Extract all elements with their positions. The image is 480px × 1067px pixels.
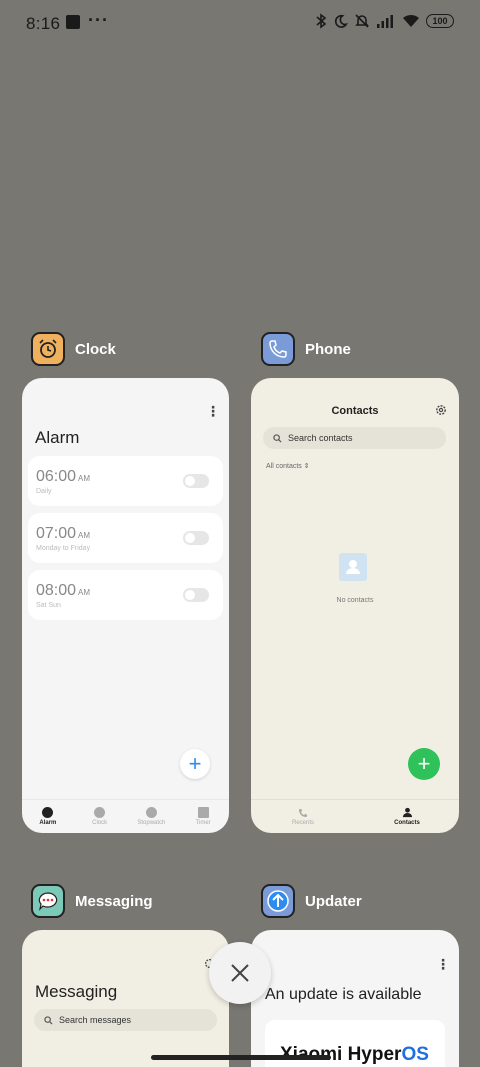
search-icon (44, 1015, 53, 1025)
tab-stopwatch[interactable]: Stopwatch (126, 800, 178, 833)
add-contact-button[interactable]: + (408, 748, 440, 780)
contacts-filter[interactable]: All contacts ⇕ (266, 462, 310, 470)
alarm-ampm: AM (78, 531, 91, 540)
app-name-messaging: Messaging (75, 892, 153, 910)
notification-icon (66, 15, 80, 29)
alarm-repeat: Sat Sun (36, 602, 61, 609)
alarm-toggle[interactable] (183, 531, 209, 545)
app-header-updater[interactable]: Updater (261, 884, 362, 918)
home-indicator[interactable] (151, 1055, 331, 1060)
messaging-app-icon[interactable] (31, 884, 65, 918)
clock-app-preview[interactable]: ⋮ Alarm 06:00 AM Daily 07:00 AM Monday to … (22, 378, 229, 833)
search-icon (273, 433, 282, 443)
person-icon (402, 807, 412, 818)
app-header-clock[interactable]: Clock (31, 332, 116, 366)
hourglass-icon (197, 807, 209, 818)
search-contacts-input[interactable]: Search contacts (263, 427, 446, 449)
tab-clock[interactable]: Clock (74, 800, 126, 833)
bluetooth-icon (316, 13, 327, 29)
messaging-app-preview[interactable]: Messaging Search messages (22, 930, 229, 1067)
app-name-clock: Clock (75, 340, 116, 358)
alarm-time: 06:00 (36, 468, 77, 485)
alarm-repeat: Daily (36, 488, 52, 495)
status-icons: 100 (315, 13, 454, 29)
status-bar: 8:16 ··· 100 (0, 0, 480, 48)
alarm-ampm: AM (78, 474, 91, 483)
tab-timer[interactable]: Timer (177, 800, 229, 833)
alarm-time: 07:00 (36, 525, 77, 542)
app-name-updater: Updater (305, 892, 362, 910)
update-title: An update is available (265, 986, 422, 1003)
gear-icon[interactable] (435, 404, 447, 416)
battery-icon: 100 (426, 14, 454, 28)
close-icon (231, 964, 249, 982)
clear-all-button[interactable] (209, 942, 271, 1004)
alarm-toggle[interactable] (183, 588, 209, 602)
tab-contacts[interactable]: Contacts (355, 800, 459, 833)
clock-tab-bar: Alarm Clock Stopwatch Timer (22, 799, 229, 833)
updater-app-icon[interactable] (261, 884, 295, 918)
wifi-icon (403, 14, 419, 27)
alarm-ampm: AM (78, 588, 91, 597)
bell-off-icon (355, 14, 369, 28)
contact-placeholder-icon (339, 553, 367, 581)
contacts-title: Contacts (331, 405, 379, 417)
chevron-updown-icon: ⇕ (303, 463, 310, 470)
alarm-item[interactable]: 06:00 AM Daily (28, 456, 223, 506)
empty-state-text: No contacts (336, 597, 374, 604)
clock-icon (94, 807, 106, 818)
messaging-title: Messaging (35, 982, 118, 1001)
moon-icon (334, 14, 348, 28)
search-messages-placeholder: Search messages (59, 1015, 132, 1025)
app-header-messaging[interactable]: Messaging (31, 884, 153, 918)
alarm-title: Alarm (35, 428, 80, 447)
phone-app-preview[interactable]: Contacts Search contacts All contacts ⇕ … (251, 378, 459, 833)
updater-app-preview[interactable]: ⋮ An update is available Xiaomi HyperOS (251, 930, 459, 1067)
alarm-toggle[interactable] (183, 474, 209, 488)
search-contacts-placeholder: Search contacts (288, 433, 353, 443)
phone-tab-bar: Recents Contacts (251, 799, 459, 833)
tab-alarm[interactable]: Alarm (22, 800, 74, 833)
more-options-icon[interactable]: ⋮ (436, 956, 450, 973)
clock-app-icon[interactable] (31, 332, 65, 366)
phone-app-icon[interactable] (261, 332, 295, 366)
add-alarm-button[interactable]: + (180, 749, 210, 779)
alarm-time: 08:00 (36, 582, 77, 599)
phone-icon (299, 808, 307, 817)
tab-recents[interactable]: Recents (251, 800, 355, 833)
app-header-phone[interactable]: Phone (261, 332, 351, 366)
search-messages-input[interactable]: Search messages (34, 1009, 217, 1031)
signal-icon (377, 15, 393, 28)
stopwatch-icon (145, 807, 157, 818)
more-notifications-icon: ··· (88, 10, 109, 30)
app-name-phone: Phone (305, 340, 351, 358)
alarm-item[interactable]: 08:00 AM Sat Sun (28, 570, 223, 620)
more-options-icon[interactable]: ⋮ (206, 403, 220, 420)
alarm-clock-icon (42, 807, 54, 818)
alarm-item[interactable]: 07:00 AM Monday to Friday (28, 513, 223, 563)
status-time: 8:16 (26, 14, 61, 33)
alarm-repeat: Monday to Friday (36, 545, 91, 552)
